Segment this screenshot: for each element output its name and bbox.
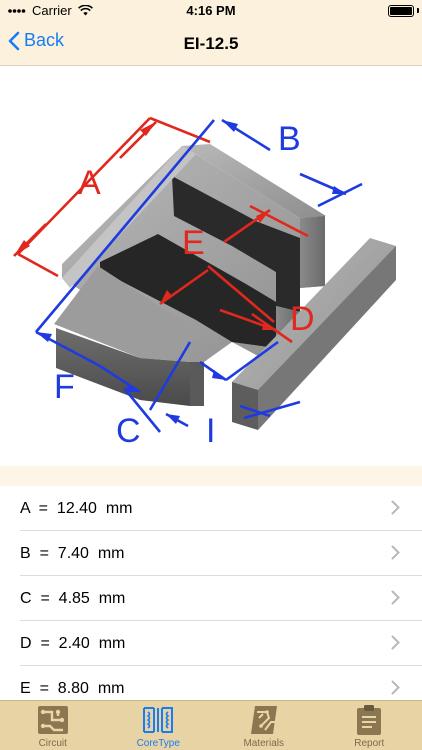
circuit-icon <box>33 703 73 737</box>
dimensions-list: A = 12.40 mm B = 7.40 mm C = 4.85 mm D =… <box>0 486 422 700</box>
tab-label: Report <box>354 738 385 749</box>
label-d: D <box>290 300 315 338</box>
label-a: A <box>78 164 101 202</box>
dimension-label: D = 2.40 mm <box>20 634 126 652</box>
dimension-row-d[interactable]: D = 2.40 mm <box>0 621 422 666</box>
dimension-row-c[interactable]: C = 4.85 mm <box>0 576 422 621</box>
tab-circuit[interactable]: Circuit <box>0 701 106 750</box>
tab-bar: Circuit CoreType Materials Report <box>0 700 422 750</box>
dimension-label: A = 12.40 mm <box>20 499 133 517</box>
tab-report[interactable]: Report <box>317 701 422 750</box>
chevron-right-icon <box>391 680 400 695</box>
label-c: C <box>116 412 141 450</box>
tab-materials[interactable]: Materials <box>211 701 317 750</box>
chevron-right-icon <box>391 500 400 515</box>
label-e: E <box>182 224 205 262</box>
navigation-bar: Back EI-12.5 <box>0 22 422 66</box>
dimension-label: B = 7.40 mm <box>20 544 125 562</box>
tab-label: Materials <box>243 738 285 749</box>
battery-tip <box>417 8 419 13</box>
chevron-right-icon <box>391 635 400 650</box>
label-i: I <box>206 412 215 450</box>
ei-core-illustration: A B E D F C I <box>13 116 396 450</box>
label-b: B <box>278 120 301 158</box>
materials-icon <box>244 703 284 737</box>
tab-label: CoreType <box>136 738 180 749</box>
dimension-row-a[interactable]: A = 12.40 mm <box>0 486 422 531</box>
status-time: 4:16 PM <box>186 3 236 18</box>
dimension-label: C = 4.85 mm <box>20 589 126 607</box>
battery-icon <box>388 5 414 17</box>
core-diagram: A B E D F C I <box>0 66 422 466</box>
chevron-right-icon <box>391 545 400 560</box>
coretype-icon <box>138 703 178 737</box>
dimension-row-b[interactable]: B = 7.40 mm <box>0 531 422 576</box>
report-icon <box>349 703 389 737</box>
tab-coretype[interactable]: CoreType <box>106 701 212 750</box>
status-bar: Carrier 4:16 PM <box>0 0 422 22</box>
page-title: EI-12.5 <box>183 34 239 53</box>
label-f: F <box>54 368 75 406</box>
tab-label: Circuit <box>38 738 67 749</box>
dimension-row-e[interactable]: E = 8.80 mm <box>0 666 422 700</box>
dimension-label: E = 8.80 mm <box>20 679 125 697</box>
chevron-right-icon <box>391 590 400 605</box>
